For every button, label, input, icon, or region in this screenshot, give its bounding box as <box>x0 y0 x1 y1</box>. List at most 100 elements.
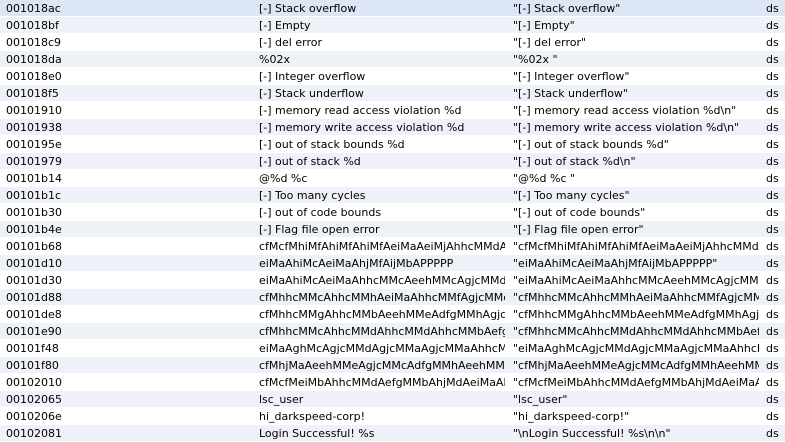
section-cell: ds <box>766 53 779 66</box>
string-cell: eiMaAhiMcAeiMaAhhcMMcAeehMMcAgjcMMdAe... <box>259 274 505 287</box>
table-row[interactable]: 00101d30 eiMaAhiMcAeiMaAhhcMMcAeehMMcAgjc… <box>0 272 785 289</box>
section-cell: ds <box>766 376 779 389</box>
section-cell: ds <box>766 155 779 168</box>
section-cell: ds <box>766 291 779 304</box>
table-row[interactable]: 001018f5 [-] Stack underflow "[-] Stack un… <box>0 85 785 102</box>
table-row[interactable]: 00101979 [-] out of stack %d "[-] out of s… <box>0 153 785 170</box>
table-row[interactable]: 001018ac [-] Stack overflow "[-] Stack ove… <box>0 0 785 17</box>
string-cell: %02x <box>259 53 290 66</box>
string-cell: [-] Integer overflow <box>259 70 366 83</box>
section-cell: ds <box>766 70 779 83</box>
address-cell: 00101f48 <box>6 342 59 355</box>
string-cell: [-] memory read access violation %d <box>259 104 462 117</box>
string-cell: [-] del error <box>259 36 322 49</box>
address-cell: 001018da <box>6 53 62 66</box>
literal-cell: "\nLogin Successful! %s\n\n" <box>513 427 671 440</box>
literal-cell: "[-] Too many cycles" <box>513 189 630 202</box>
section-cell: ds <box>766 325 779 338</box>
table-row[interactable]: 00101e90 cfMhhcMMcAhhcMMdAhhcMMdAhhcMMbAe… <box>0 323 785 340</box>
table-row[interactable]: 001018bf [-] Empty "[-] Empty" ds <box>0 17 785 34</box>
section-cell: ds <box>766 104 779 117</box>
table-row[interactable]: 0010206e hi_darkspeed-corp! "hi_darkspeed-… <box>0 408 785 425</box>
table-row[interactable]: 00101b1c [-] Too many cycles "[-] Too many… <box>0 187 785 204</box>
literal-cell: "[-] out of code bounds" <box>513 206 646 219</box>
string-cell: [-] Too many cycles <box>259 189 366 202</box>
address-cell: 001018f5 <box>6 87 59 100</box>
string-cell: [-] out of stack bounds %d <box>259 138 405 151</box>
string-cell: cfMhhcMMgAhhcMMbAeehMMeAdfgMMhAgjcMM... <box>259 308 505 321</box>
table-row[interactable]: 00101f48 eiMaAghMcAgjcMMdAgjcMMaAgjcMMaAh… <box>0 340 785 357</box>
address-cell: 00101979 <box>6 155 62 168</box>
table-row[interactable]: 00101b4e [-] Flag file open error "[-] Fla… <box>0 221 785 238</box>
address-cell: 00101de8 <box>6 308 62 321</box>
address-cell: 00101d88 <box>6 291 62 304</box>
section-cell: ds <box>766 274 779 287</box>
literal-cell: "cfMhhcMMcAhhcMMhAeiMaAhhcMMfAgjcMMcAg..… <box>513 291 759 304</box>
section-cell: ds <box>766 87 779 100</box>
address-cell: 00101b1c <box>6 189 62 202</box>
string-cell: [-] memory write access violation %d <box>259 121 465 134</box>
table-row[interactable]: 00101f80 cfMhjMaAeehMMeAgjcMMcAdfgMMhAeeh… <box>0 357 785 374</box>
section-cell: ds <box>766 172 779 185</box>
string-cell: eiMaAhiMcAeiMaAhjMfAijMbAPPPPP <box>259 257 454 270</box>
string-cell: cfMhjMaAeehMMeAgjcMMcAdfgMMhAeehMMhAe... <box>259 359 505 372</box>
literal-cell: "@%d %c " <box>513 172 576 185</box>
table-row[interactable]: 00101938 [-] memory write access violatio… <box>0 119 785 136</box>
literal-cell: "cfMhjMaAeehMMeAgjcMMcAdfgMMhAeehMMhA... <box>513 359 759 372</box>
address-cell: 00101d30 <box>6 274 62 287</box>
section-cell: ds <box>766 206 779 219</box>
string-cell: [-] Flag file open error <box>259 223 380 236</box>
table-row[interactable]: 00102081 Login Successful! %s "\nLogin Suc… <box>0 425 785 442</box>
string-cell: [-] out of stack %d <box>259 155 361 168</box>
table-row[interactable]: 00101b30 [-] out of code bounds "[-] out o… <box>0 204 785 221</box>
address-cell: 00102081 <box>6 427 62 440</box>
table-row[interactable]: 00101d10 eiMaAhiMcAeiMaAhjMfAijMbAPPPPP "e… <box>0 255 785 272</box>
literal-cell: "hi_darkspeed-corp!" <box>513 410 630 423</box>
table-row[interactable]: 001018da %02x "%02x " ds <box>0 51 785 68</box>
literal-cell: "eiMaAhiMcAeiMaAhjMfAijMbAPPPPP" <box>513 257 718 270</box>
address-cell: 00101910 <box>6 104 62 117</box>
section-cell: ds <box>766 36 779 49</box>
table-row[interactable]: 00102010 cfMcfMeiMbAhhcMMdAefgMMbAhjMdAei… <box>0 374 785 391</box>
literal-cell: "eiMaAghMcAgjcMMdAgjcMMaAgjcMMaAhhcMMd..… <box>513 342 759 355</box>
table-row[interactable]: 00101910 [-] memory read access violation… <box>0 102 785 119</box>
literal-cell: "cfMcfMhiMfAhiMfAhiMfAeiMaAeiMjAhhcMMdAg… <box>513 240 759 253</box>
string-cell: [-] Stack underflow <box>259 87 364 100</box>
table-row[interactable]: 001018c9 [-] del error "[-] del error" ds <box>0 34 785 51</box>
address-cell: 00101b4e <box>6 223 62 236</box>
string-cell: cfMcfMhiMfAhiMfAhiMfAeiMaAeiMjAhhcMMdAgj… <box>259 240 505 253</box>
table-row[interactable]: 00101b14 @%d %c "@%d %c " ds <box>0 170 785 187</box>
section-cell: ds <box>766 359 779 372</box>
section-cell: ds <box>766 427 779 440</box>
string-cell: [-] Empty <box>259 19 311 32</box>
address-cell: 0010206e <box>6 410 62 423</box>
address-cell: 00101d10 <box>6 257 62 270</box>
string-cell: eiMaAghMcAgjcMMdAgjcMMaAgjcMMaAhhcMMd... <box>259 342 505 355</box>
section-cell: ds <box>766 189 779 202</box>
address-cell: 00101b68 <box>6 240 62 253</box>
section-cell: ds <box>766 2 779 15</box>
table-row[interactable]: 001018e0 [-] Integer overflow "[-] Integer… <box>0 68 785 85</box>
table-row[interactable]: 0010195e [-] out of stack bounds %d "[-] o… <box>0 136 785 153</box>
table-row[interactable]: 00101d88 cfMhhcMMcAhhcMMhAeiMaAhhcMMfAgjc… <box>0 289 785 306</box>
string-cell: Login Successful! %s <box>259 427 375 440</box>
literal-cell: "lsc_user" <box>513 393 568 406</box>
literal-cell: "[-] Stack underflow" <box>513 87 628 100</box>
address-cell: 001018e0 <box>6 70 62 83</box>
literal-cell: "eiMaAhiMcAeiMaAhhcMMcAeehMMcAgjcMMdAe..… <box>513 274 759 287</box>
address-cell: 001018c9 <box>6 36 62 49</box>
section-cell: ds <box>766 308 779 321</box>
strings-table: 001018ac [-] Stack overflow "[-] Stack ove… <box>0 0 785 442</box>
table-row[interactable]: 00101b68 cfMcfMhiMfAhiMfAhiMfAeiMaAeiMjAh… <box>0 238 785 255</box>
address-cell: 00101f80 <box>6 359 59 372</box>
address-cell: 00101e90 <box>6 325 62 338</box>
address-cell: 0010195e <box>6 138 62 151</box>
string-cell: cfMhhcMMcAhhcMMhAeiMaAhhcMMfAgjcMMcAgj..… <box>259 291 505 304</box>
table-row[interactable]: 00101de8 cfMhhcMMgAhhcMMbAeehMMeAdfgMMhAg… <box>0 306 785 323</box>
literal-cell: "[-] memory write access violation %d\n" <box>513 121 740 134</box>
section-cell: ds <box>766 19 779 32</box>
table-row[interactable]: 00102065 lsc_user "lsc_user" ds <box>0 391 785 408</box>
section-cell: ds <box>766 257 779 270</box>
address-cell: 001018bf <box>6 19 59 32</box>
literal-cell: "[-] out of stack bounds %d" <box>513 138 669 151</box>
